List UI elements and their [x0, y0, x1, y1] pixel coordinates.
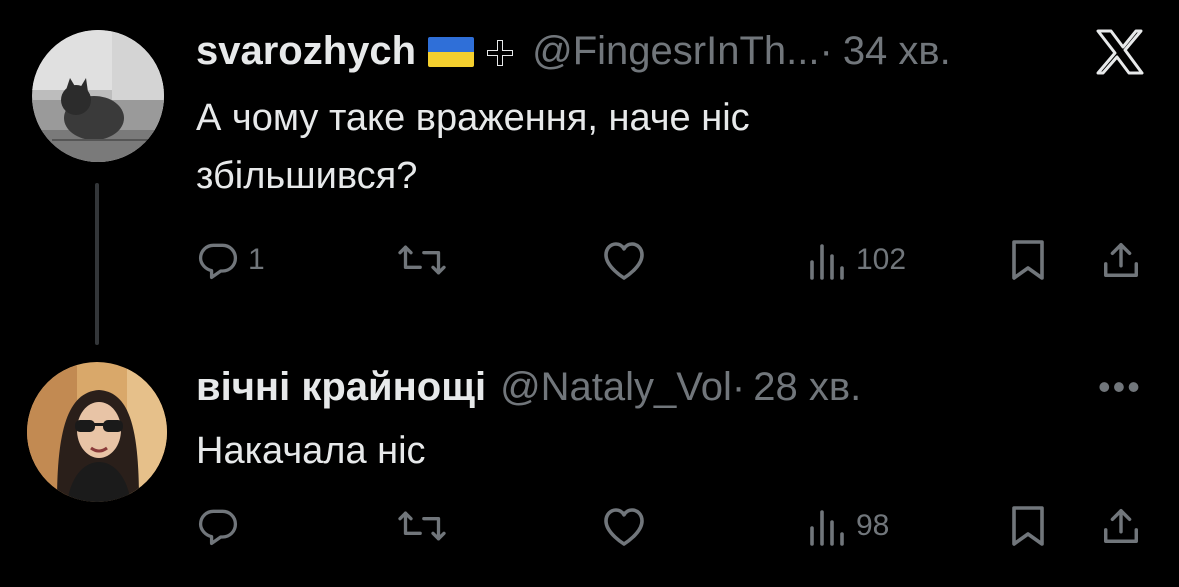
cross-icon — [484, 32, 516, 80]
woman-photo-avatar-icon — [27, 362, 167, 502]
views-count: 102 — [856, 243, 907, 276]
reply-count: 1 — [248, 243, 265, 276]
heart-icon — [604, 242, 644, 280]
tweet-header: svarozhych @FingesrInTh...· 34 хв. — [196, 27, 951, 80]
views-count: 98 — [856, 509, 890, 542]
cat-photo-avatar-icon — [32, 30, 164, 162]
action-bar: 98 — [196, 504, 1156, 552]
bookmark-icon — [1012, 240, 1044, 280]
bookmark-button[interactable] — [1008, 238, 1048, 282]
tweet-1[interactable]: svarozhych @FingesrInTh...· 34 хв. А чому … — [0, 0, 1179, 320]
tweet-text-line: Накачала ніс — [196, 430, 426, 472]
reply-icon — [198, 509, 238, 546]
avatar[interactable] — [32, 30, 164, 162]
display-name[interactable]: вічні крайнощі — [196, 365, 486, 409]
timestamp[interactable]: 28 хв. — [753, 365, 861, 409]
action-bar: 1 102 — [196, 238, 1156, 286]
share-icon — [1104, 243, 1138, 277]
x-logo-icon[interactable] — [1096, 29, 1144, 80]
views-button[interactable]: 98 — [806, 504, 889, 548]
display-name[interactable]: svarozhych — [196, 29, 416, 73]
separator-dot: · — [819, 29, 833, 73]
share-icon — [1104, 509, 1138, 543]
retweet-icon — [398, 511, 446, 541]
reply-button[interactable] — [196, 504, 240, 548]
bookmark-button[interactable] — [1008, 504, 1048, 548]
retweet-icon — [398, 245, 446, 275]
tweet-text: Накачала ніс — [196, 422, 426, 480]
user-handle[interactable]: @FingesrInTh... — [532, 29, 819, 73]
separator-dot: · — [731, 365, 746, 409]
heart-icon — [604, 508, 644, 546]
user-handle[interactable]: @Nataly_Vol — [500, 365, 732, 409]
timestamp[interactable]: 34 хв. — [843, 29, 951, 73]
share-button[interactable] — [1100, 504, 1142, 548]
tweet-header: вічні крайнощі @Nataly_Vol· 28 хв. — [196, 363, 861, 411]
tweet-text: А чому таке враження, наче ніс збільшивс… — [196, 89, 750, 205]
tweet-text-line: збільшився? — [196, 155, 418, 197]
reply-icon — [198, 243, 238, 280]
bookmark-icon — [1012, 506, 1044, 546]
share-button[interactable] — [1100, 238, 1142, 282]
views-icon — [810, 244, 844, 280]
reply-button[interactable]: 1 — [196, 238, 265, 282]
more-dots-icon[interactable]: ••• — [1098, 366, 1142, 408]
views-button[interactable]: 102 — [806, 238, 906, 282]
tweet-2[interactable]: вічні крайнощі @Nataly_Vol· 28 хв. ••• Нак… — [0, 340, 1179, 587]
views-icon — [810, 510, 844, 546]
like-button[interactable] — [600, 504, 648, 548]
retweet-button[interactable] — [396, 504, 448, 548]
tweet-text-line: А чому таке враження, наче ніс — [196, 97, 750, 139]
like-button[interactable] — [600, 238, 648, 282]
avatar[interactable] — [27, 362, 167, 502]
retweet-button[interactable] — [396, 238, 448, 282]
ukraine-flag-icon — [428, 37, 475, 67]
